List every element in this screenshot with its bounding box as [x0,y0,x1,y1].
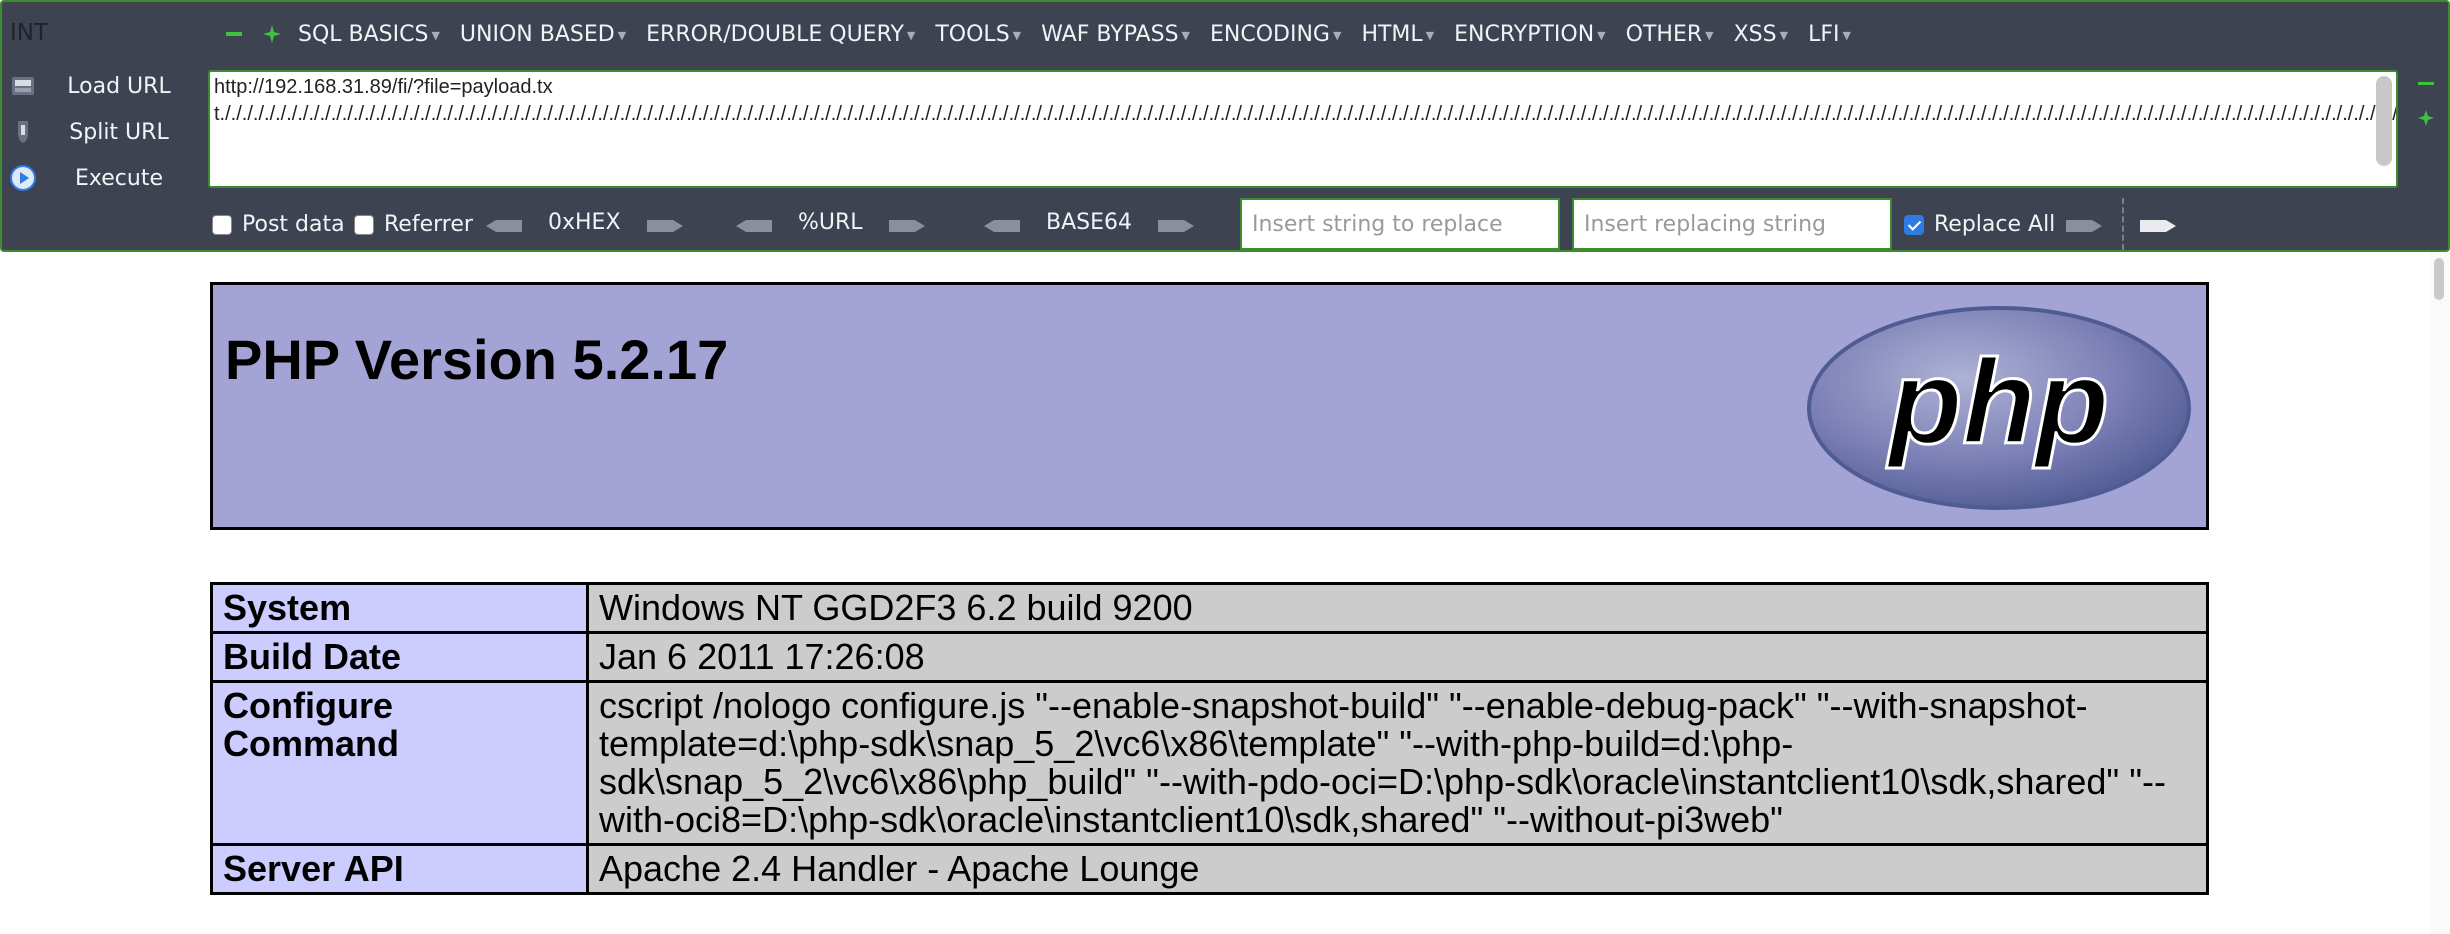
menu-error-double-query[interactable]: ERROR/DOUBLE QUERY ▼ [646,22,915,47]
row-value: cscript /nologo configure.js "--enable-s… [586,680,2209,846]
caret-down-icon: ▼ [1425,28,1435,42]
execute-label: Execute [75,165,163,191]
row-value: Jan 6 2011 17:26:08 [586,631,2209,683]
caret-down-icon: ▼ [1842,28,1851,42]
menu-label: LFI [1808,21,1840,47]
menu-encoding[interactable]: ENCODING ▼ [1210,22,1341,47]
checkbox-box[interactable] [212,214,232,235]
caret-down-icon: ▼ [617,28,627,42]
hex-label: 0xHEX [548,209,621,235]
referrer-label: Referrer [384,212,473,237]
table-row: System Windows NT GGD2F3 6.2 build 9200 [210,582,2209,634]
menu-other[interactable]: OTHER ▼ [1626,22,1714,47]
options-bar: Post data Referrer 0xHEX %URL BASE64 Ins… [208,198,2428,254]
menu-html[interactable]: HTML ▼ [1361,22,1434,47]
page-title: PHP Version 5.2.17 [225,328,729,391]
post-data-checkbox[interactable]: Post data [212,212,345,237]
page-scrollbar[interactable] [2430,252,2450,934]
menu-label: OTHER [1625,21,1703,47]
url-label: %URL [798,209,863,235]
base64-encode-arrow-icon[interactable] [1156,218,1196,234]
caret-down-icon: ▼ [1779,28,1789,42]
replace-all-checkbox[interactable]: Replace All [1904,212,2055,237]
checkbox-box[interactable] [1904,214,1924,235]
url-encoder: %URL [734,209,927,240]
menu-label: WAF BYPASS [1041,21,1179,47]
hex-encoder: 0xHEX [484,209,685,240]
url-encode-arrow-icon[interactable] [887,218,927,234]
menu-sql-basics[interactable]: SQL BASICS ▼ [298,22,440,47]
replace-string-input[interactable]: Insert string to replace [1240,198,1560,250]
php-logo-text: php [1886,335,2109,469]
replace-all-label: Replace All [1934,212,2056,237]
menu-label: HTML [1361,21,1423,47]
caret-down-icon: ▼ [1705,28,1714,42]
hex-decode-arrow-icon[interactable] [484,218,524,234]
table-row: Configure Command cscript /nologo config… [210,680,2209,846]
post-data-label: Post data [242,212,345,237]
menu-label: UNION BASED [459,21,615,47]
menu-label: SQL BASICS [298,21,429,47]
caret-down-icon: ▼ [1332,28,1342,42]
replacing-string-input[interactable]: Insert replacing string [1572,198,1892,250]
decrease-icon[interactable] [222,22,246,46]
row-key: System [210,582,589,634]
caret-down-icon: ▼ [1181,28,1191,42]
url-decode-arrow-icon[interactable] [734,218,774,234]
zoom-icons[interactable] [2416,72,2436,132]
base64-encoder: BASE64 [982,209,1196,240]
menu-tools[interactable]: TOOLS ▼ [935,22,1021,47]
menu-union-based[interactable]: UNION BASED ▼ [460,22,626,47]
menu-waf-bypass[interactable]: WAF BYPASS ▼ [1041,22,1190,47]
row-key: Configure Command [210,680,589,846]
row-key: Build Date [210,631,589,683]
base64-decode-arrow-icon[interactable] [982,218,1022,234]
separator [2122,198,2124,250]
menu-xss[interactable]: XSS ▼ [1734,22,1788,47]
increase-icon[interactable] [260,22,284,46]
split-url-button[interactable]: Split URL [2,112,202,152]
referrer-checkbox[interactable]: Referrer [354,212,473,237]
url-value[interactable]: http://192.168.31.89/fi/?file=payload.tx… [214,74,2396,128]
base64-label: BASE64 [1046,209,1133,235]
caret-down-icon: ▼ [1597,28,1606,42]
page-scrollbar-thumb[interactable] [2434,258,2444,300]
int-label: INT [10,20,49,46]
split-url-icon [8,117,38,147]
table-row: Server API Apache 2.4 Handler - Apache L… [210,843,2209,895]
replace-left-arrow-icon[interactable] [2064,218,2104,234]
menu-label: ENCRYPTION [1454,21,1595,47]
split-url-label: Split URL [69,119,169,145]
right-zoom-icons [2416,72,2436,136]
menu-encryption[interactable]: ENCRYPTION ▼ [1454,22,1605,47]
row-key: Server API [210,843,589,895]
hackbar-toolbar: INT SQL BASICS ▼ UNION BASED ▼ ERROR/DOUBL… [0,0,2450,252]
replace-right-arrow-icon[interactable] [2138,218,2178,234]
url-textarea[interactable]: http://192.168.31.89/fi/?file=payload.tx… [208,70,2398,188]
execute-button[interactable]: Execute [2,158,202,198]
url-scrollbar[interactable] [2376,76,2392,166]
menu-label: XSS [1733,21,1777,47]
caret-down-icon: ▼ [431,28,440,42]
load-url-button[interactable]: Load URL [2,66,202,106]
load-url-label: Load URL [67,73,171,99]
menu-label: ERROR/DOUBLE QUERY [646,21,904,47]
caret-down-icon: ▼ [1012,28,1022,42]
row-value: Windows NT GGD2F3 6.2 build 9200 [586,582,2209,634]
checkbox-box[interactable] [354,214,374,235]
table-row: Build Date Jan 6 2011 17:26:08 [210,631,2209,683]
php-logo: php [1804,303,2194,513]
phpinfo-header: PHP Version 5.2.17 php [210,282,2209,530]
hex-encode-arrow-icon[interactable] [645,218,685,234]
menu-lfi[interactable]: LFI ▼ [1808,22,1851,47]
row-value: Apache 2.4 Handler - Apache Lounge [586,843,2209,895]
hackbar-menubar: SQL BASICS ▼ UNION BASED ▼ ERROR/DOUBLE QU… [222,16,1871,52]
load-url-icon [8,71,38,101]
menu-label: ENCODING [1210,21,1330,47]
phpinfo-table: System Windows NT GGD2F3 6.2 build 9200 … [210,582,2209,895]
caret-down-icon: ▼ [906,28,916,42]
menu-label: TOOLS [935,21,1010,47]
play-icon [8,163,38,193]
